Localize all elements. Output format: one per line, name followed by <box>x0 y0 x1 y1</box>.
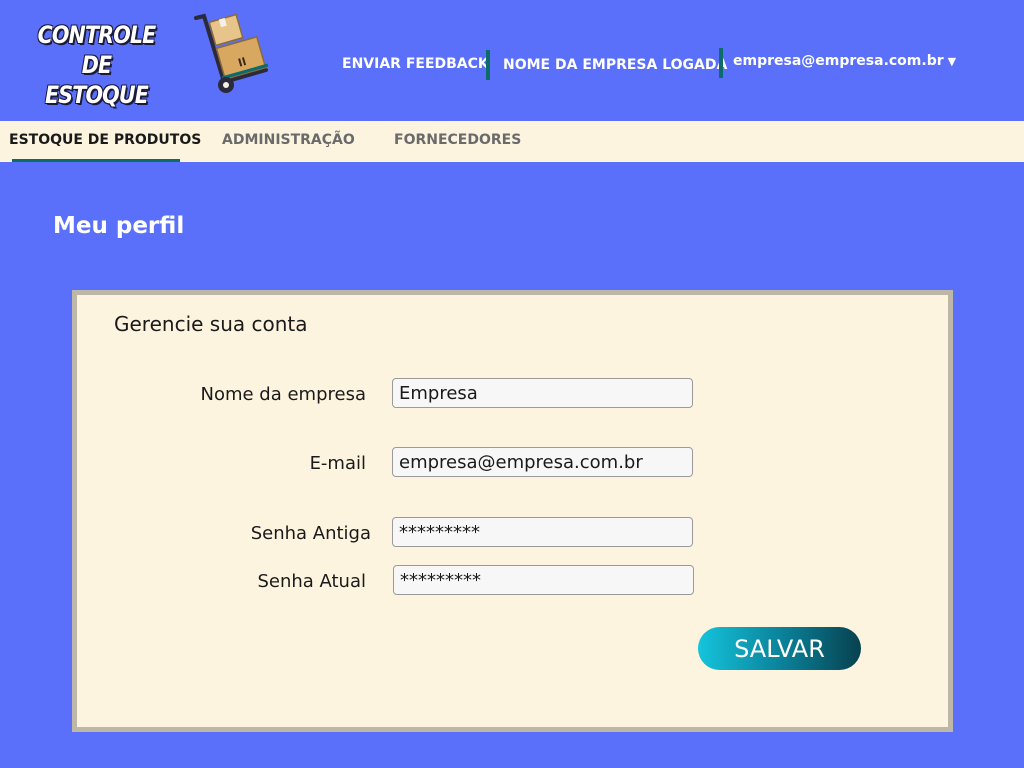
tab-estoque-de-produtos[interactable]: ESTOQUE DE PRODUTOS <box>9 132 201 148</box>
account-panel: Gerencie sua conta Nome da empresa E-mai… <box>72 290 953 732</box>
send-feedback-link[interactable]: ENVIAR FEEDBACK <box>342 56 489 72</box>
email-label: E-mail <box>309 453 366 474</box>
active-tab-indicator <box>12 159 180 162</box>
page-title: Meu perfil <box>53 213 185 239</box>
company-name-field[interactable] <box>392 378 693 408</box>
company-name-link[interactable]: NOME DA EMPRESA LOGADA <box>503 57 727 73</box>
logo-title: CONTROLE DE ESTOQUE <box>37 21 157 109</box>
panel-title: Gerencie sua conta <box>114 312 308 336</box>
app-logo[interactable]: CONTROLE DE ESTOQUE <box>18 12 293 109</box>
account-menu[interactable]: empresa@empresa.com.br ▼ <box>733 53 956 69</box>
header-divider <box>486 50 490 80</box>
main-tabs: ESTOQUE DE PRODUTOS ADMINISTRAÇÃO FORNEC… <box>0 121 1024 162</box>
new-password-label: Senha Atual <box>257 571 366 592</box>
old-password-field[interactable] <box>392 517 693 547</box>
account-email: empresa@empresa.com.br <box>733 53 944 69</box>
header-divider <box>719 48 723 78</box>
tab-fornecedores[interactable]: FORNECEDORES <box>394 132 521 148</box>
tab-administracao[interactable]: ADMINISTRAÇÃO <box>222 132 355 148</box>
company-name-label: Nome da empresa <box>200 384 366 405</box>
save-button[interactable]: SALVAR <box>698 627 861 670</box>
caret-down-icon: ▼ <box>947 55 957 68</box>
old-password-label: Senha Antiga <box>250 523 371 544</box>
new-password-field[interactable] <box>393 565 694 595</box>
email-field[interactable] <box>392 447 693 477</box>
hand-truck-icon <box>194 13 269 93</box>
